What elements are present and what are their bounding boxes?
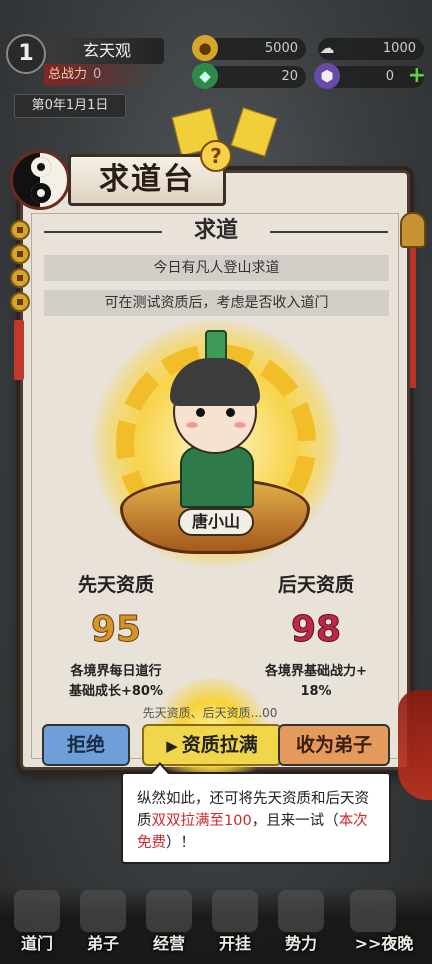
character-eye	[226, 408, 235, 417]
yinyang-icon	[10, 150, 70, 210]
manage-icon[interactable]	[146, 890, 192, 932]
cloud-value: 1000	[382, 41, 416, 56]
bell-icon	[400, 212, 426, 248]
level-badge[interactable]: 1	[6, 34, 46, 74]
nav-night[interactable]: >>夜晚	[340, 930, 428, 954]
character-name: 唐小山	[178, 508, 254, 536]
aptitude-hint: 先天资质、后天资质...00	[142, 706, 278, 720]
purple-crystal-icon: ⬢	[314, 63, 340, 89]
nav-manage[interactable]: 经营	[134, 930, 204, 954]
max-aptitude-button[interactable]: ▶ 资质拉满	[142, 724, 282, 766]
help-button[interactable]: ?	[200, 140, 232, 172]
tooltip-highlight: 双双拉满至100	[151, 813, 252, 829]
acquired-aptitude-label: 后天资质	[277, 574, 354, 596]
coin-icon	[10, 268, 30, 288]
info-line-visitor: 今日有凡人登山求道	[44, 255, 389, 281]
max-aptitude-label: 资质拉满	[181, 734, 258, 756]
rope-decoration	[410, 248, 416, 388]
character-eye	[196, 408, 205, 417]
resource-gold[interactable]: ● 5000	[192, 35, 306, 61]
innate-aptitude-value: 95	[68, 592, 164, 666]
section-title: 求道	[40, 216, 392, 246]
disciple-icon[interactable]	[80, 890, 126, 932]
sect-icon[interactable]	[14, 890, 60, 932]
resource-jade[interactable]: ◆ 20	[192, 63, 306, 89]
crystal-value: 0	[385, 69, 394, 84]
jade-value: 20	[281, 69, 298, 84]
sect-name[interactable]: 玄天观	[50, 38, 164, 64]
innate-aptitude-label: 先天资质	[77, 574, 154, 596]
coin-icon	[10, 244, 30, 264]
tooltip-text: ）！	[166, 835, 195, 851]
power-label: 总战力	[48, 67, 88, 82]
nav-disciples[interactable]: 弟子	[68, 930, 138, 954]
nav-sect[interactable]: 道门	[2, 930, 72, 954]
coin-icon	[10, 220, 30, 240]
cheat-icon[interactable]	[212, 890, 258, 932]
acquired-aptitude-value: 98	[268, 592, 364, 666]
innate-aptitude-desc: 各境界每日道行 基础成长+80%	[46, 662, 186, 702]
video-icon: ▶	[166, 737, 178, 755]
acquired-desc-line: 18%	[300, 684, 332, 699]
character-blush	[234, 422, 246, 428]
guide-tooltip[interactable]: 纵然如此，还可将先天资质和后天资质双双拉满至100，且来一试（本次免费）！	[121, 762, 391, 864]
gold-coin-icon: ●	[192, 35, 218, 61]
info-line-test: 可在测试资质后，考虑是否收入道门	[44, 290, 389, 316]
total-power: 总战力 0	[44, 64, 154, 86]
innate-desc-line: 各境界每日道行	[70, 664, 162, 679]
tooltip-text: ，且来一试（	[251, 813, 339, 829]
nav-faction[interactable]: 势力	[266, 930, 336, 954]
night-icon[interactable]	[350, 890, 396, 932]
nav-cheat[interactable]: 开挂	[200, 930, 270, 954]
coin-icon	[10, 292, 30, 312]
gold-value: 5000	[264, 41, 298, 56]
acquired-aptitude-desc: 各境界基础战力+ 18%	[246, 662, 386, 702]
reject-button[interactable]: 拒绝	[42, 724, 130, 766]
bottom-nav: 道门 弟子 经营 开挂 势力 >>夜晚	[0, 886, 432, 964]
jade-icon: ◆	[192, 63, 218, 89]
resource-crystal[interactable]: ⬢ 0 +	[314, 63, 426, 89]
acquired-desc-line: 各境界基础战力+	[265, 664, 367, 679]
tassel-decoration	[14, 320, 24, 380]
fire-decoration	[398, 690, 432, 800]
resource-cloud[interactable]: ☁ 1000	[318, 38, 424, 60]
character-blush	[186, 422, 198, 428]
add-crystal-icon[interactable]: +	[408, 65, 426, 87]
date-display: 第0年1月1日	[14, 94, 126, 118]
faction-icon[interactable]	[278, 890, 324, 932]
power-value: 0	[93, 67, 102, 82]
accept-disciple-button[interactable]: 收为弟子	[278, 724, 390, 766]
cloud-icon: ☁	[319, 39, 335, 57]
character-robe	[180, 446, 254, 508]
